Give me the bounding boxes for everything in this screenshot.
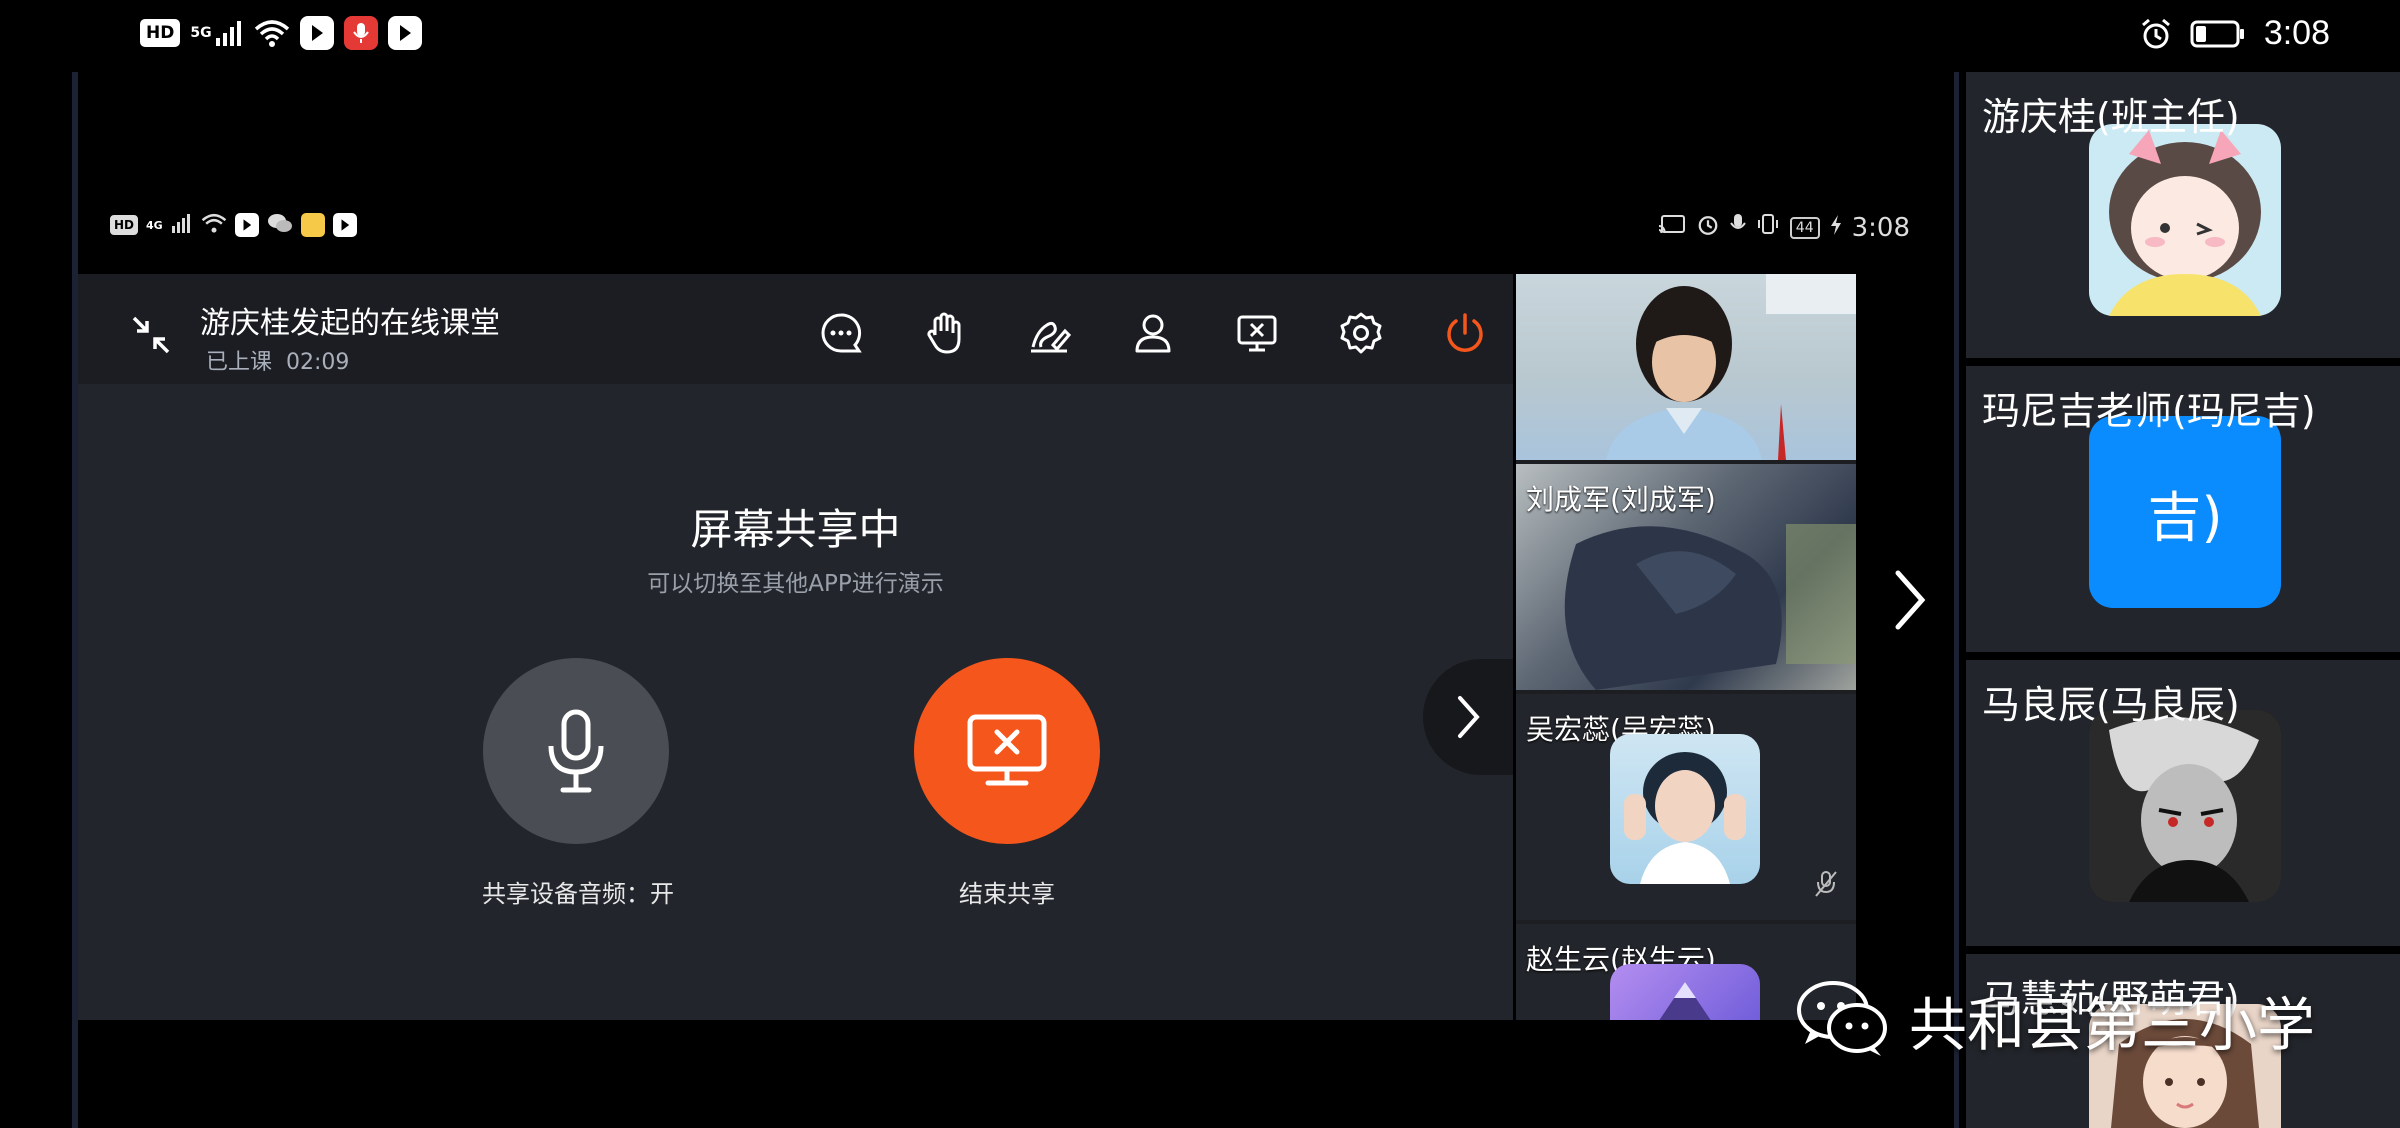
- vibrate-icon: [1756, 212, 1780, 243]
- app-notification-icon: [234, 213, 259, 237]
- wifi-icon: [201, 213, 227, 237]
- wechat-icon: [1795, 978, 1891, 1062]
- end-share-button[interactable]: [914, 658, 1100, 844]
- chevron-right-icon: [1895, 570, 1926, 630]
- participant-tile[interactable]: 马良辰(马良辰): [1966, 660, 2400, 946]
- clock: 3:08: [1851, 212, 1910, 243]
- video-tile[interactable]: [1516, 274, 1856, 460]
- status-bar-right: 3:08: [2140, 14, 2330, 53]
- chat-icon[interactable]: [818, 310, 864, 356]
- next-page-button[interactable]: [1880, 560, 1940, 640]
- annotate-icon[interactable]: [1026, 310, 1072, 356]
- stop-share-icon: [967, 714, 1047, 786]
- avatar: [2089, 710, 2281, 902]
- class-duration: 已上课 02:09: [206, 350, 350, 375]
- clock: 3:08: [2263, 14, 2330, 52]
- meeting-header: 游庆桂发起的在线课堂 已上课 02:09: [78, 274, 1513, 384]
- cast-icon: [1658, 213, 1686, 243]
- participant-video: [1606, 274, 1856, 460]
- app-notification-icon: [299, 16, 334, 50]
- hd-icon: HD: [140, 19, 181, 47]
- avatar: [1610, 734, 1760, 884]
- power-icon[interactable]: [1442, 310, 1488, 356]
- meeting-title: 游庆桂发起的在线课堂: [200, 306, 500, 341]
- status-bar: HD 5G 3:08: [0, 0, 2400, 70]
- video-strip: 刘成军(刘成军) 吴宏蕊(吴宏蕊) 赵生云(赵生云): [1516, 274, 1856, 1020]
- settings-icon[interactable]: [1338, 310, 1384, 356]
- minimize-icon[interactable]: [128, 312, 174, 358]
- cellular-signal-icon: [171, 213, 193, 237]
- chevron-right-icon: [1458, 696, 1480, 738]
- avatar-initials: 吉): [2147, 485, 2223, 549]
- video-tile[interactable]: 吴宏蕊(吴宏蕊): [1516, 694, 1856, 920]
- microphone-icon: [548, 709, 604, 793]
- alarm-icon: [1696, 212, 1720, 243]
- microphone-recording-icon: [343, 16, 378, 50]
- network-type-label: 4G: [146, 218, 163, 232]
- network-type-label: 5G: [190, 25, 212, 41]
- participant-tile[interactable]: 游庆桂(班主任): [1966, 72, 2400, 358]
- watermark-text: 共和县第三小学: [1909, 991, 2316, 1059]
- participant-name: 马良辰(马良辰): [1982, 683, 2240, 727]
- participants-icon[interactable]: [1130, 310, 1176, 356]
- end-share-label: 结束共享: [959, 880, 1055, 908]
- next-page-button[interactable]: [1423, 659, 1513, 775]
- participant-name: 刘成军(刘成军): [1526, 483, 1716, 516]
- meeting-main: 游庆桂发起的在线课堂 已上课 02:09 屏幕共享中 可以切换至其他APP进行演…: [78, 274, 1513, 1020]
- microphone-icon: [1729, 212, 1746, 243]
- watermark: 共和县第三小学: [1795, 978, 2315, 1062]
- status-bar-left: HD 5G: [140, 16, 422, 50]
- cellular-signal-icon: 5G: [190, 20, 243, 46]
- app-notification-icon: [387, 16, 422, 50]
- wifi-icon: [254, 19, 290, 47]
- screen-sharing-subtitle: 可以切换至其他APP进行演示: [647, 571, 944, 597]
- shared-status-bar-right: 44 3:08: [1658, 212, 1910, 243]
- hd-icon: HD: [110, 215, 139, 235]
- screen-sharing-title: 屏幕共享中: [690, 505, 901, 554]
- participant-panel: 游庆桂(班主任) 吉) 玛尼吉老师(玛尼吉) 马良辰(马良辰) 马慧茹(野萌君): [1966, 72, 2400, 1128]
- participant-tile[interactable]: 吉) 玛尼吉老师(玛尼吉): [1966, 366, 2400, 652]
- alarm-icon: [2140, 18, 2172, 50]
- wechat-icon: [267, 212, 293, 238]
- avatar: 吉): [2089, 416, 2281, 608]
- shared-screen: HD 4G 44 3:08 游庆桂发起的在线课堂 已上课 02:09 屏幕共享中…: [78, 72, 1954, 1128]
- app-notification-icon: [300, 213, 325, 237]
- muted-microphone-icon: [1814, 870, 1838, 902]
- stop-share-icon[interactable]: [1234, 310, 1280, 356]
- avatar: [2089, 124, 2281, 316]
- participant-name: 游庆桂(班主任): [1982, 95, 2240, 139]
- avatar: [1610, 964, 1760, 1020]
- battery-level: 44: [1789, 216, 1820, 239]
- shared-status-bar: HD 4G 44 3:08: [110, 212, 1910, 262]
- share-audio-button[interactable]: [483, 658, 669, 844]
- participant-name: 玛尼吉老师(玛尼吉): [1982, 389, 2316, 433]
- app-notification-icon: [332, 213, 357, 237]
- video-tile[interactable]: 刘成军(刘成军): [1516, 464, 1856, 690]
- raise-hand-icon[interactable]: [922, 310, 968, 356]
- shared-status-bar-left: HD 4G: [110, 212, 357, 238]
- charging-icon: [1830, 213, 1842, 243]
- battery-icon: [2190, 20, 2246, 48]
- share-audio-label: 共享设备音频：开: [482, 880, 674, 908]
- meeting-toolbar: [818, 310, 1488, 356]
